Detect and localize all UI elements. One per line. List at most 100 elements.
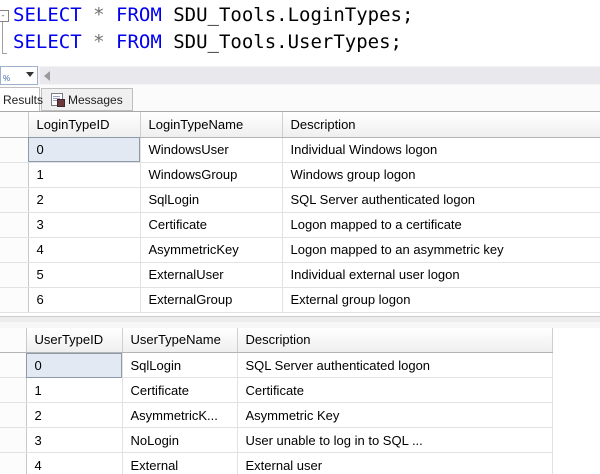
row-header[interactable] bbox=[0, 162, 29, 188]
table-row: 3 NoLogin User unable to log in to SQL .… bbox=[0, 427, 553, 453]
outline-guide-foot bbox=[2, 53, 7, 54]
column-header[interactable]: UserTypeName bbox=[122, 327, 238, 353]
tab-messages-label: Messages bbox=[68, 92, 123, 107]
cell[interactable]: 3 bbox=[28, 212, 141, 238]
row-header[interactable] bbox=[0, 427, 27, 453]
cell-selected[interactable]: 0 bbox=[26, 352, 123, 378]
row-header[interactable] bbox=[0, 352, 27, 378]
cell[interactable]: ExternalGroup bbox=[140, 287, 283, 313]
table-row: 2 AsymmetricK... Asymmetric Key bbox=[0, 402, 553, 428]
row-header[interactable] bbox=[0, 377, 27, 403]
cell[interactable]: 2 bbox=[26, 402, 123, 428]
corner-header[interactable] bbox=[0, 327, 27, 353]
row-header[interactable] bbox=[0, 262, 29, 288]
editor-bottom-bar: % bbox=[0, 66, 600, 85]
cell[interactable]: AsymmetricKey bbox=[140, 237, 283, 263]
column-header[interactable]: LoginTypeID bbox=[28, 112, 141, 138]
code-collapse-icon[interactable]: - bbox=[0, 10, 9, 22]
sql-editor[interactable]: - SELECT * FROM SDU_Tools.LoginTypes; SE… bbox=[0, 0, 600, 66]
row-header[interactable] bbox=[0, 187, 29, 213]
cell[interactable]: Logon mapped to a certificate bbox=[282, 212, 600, 238]
cell[interactable]: User unable to log in to SQL ... bbox=[237, 427, 553, 453]
chevron-down-icon bbox=[26, 72, 34, 77]
sql-line-1: SELECT * FROM SDU_Tools.LoginTypes; bbox=[13, 4, 413, 26]
cell[interactable]: NoLogin bbox=[122, 427, 238, 453]
cell[interactable]: SqlLogin bbox=[122, 352, 238, 378]
cell[interactable]: Certificate bbox=[140, 212, 283, 238]
column-header[interactable]: Description bbox=[282, 112, 600, 138]
row-header[interactable] bbox=[0, 212, 29, 238]
table-row: 2 SqlLogin SQL Server authenticated logo… bbox=[0, 187, 600, 213]
table-row: 4 AsymmetricKey Logon mapped to an asymm… bbox=[0, 237, 600, 263]
cell[interactable]: Certificate bbox=[237, 377, 553, 403]
cell[interactable]: Logon mapped to an asymmetric key bbox=[282, 237, 600, 263]
zoom-level-fragment: % bbox=[3, 74, 11, 83]
corner-header[interactable] bbox=[0, 112, 29, 138]
cell[interactable]: 5 bbox=[28, 262, 141, 288]
cell[interactable]: AsymmetricK... bbox=[122, 402, 238, 428]
row-header[interactable] bbox=[0, 452, 27, 474]
cell[interactable]: WindowsUser bbox=[140, 137, 283, 163]
table-row: 6 ExternalGroup External group logon bbox=[0, 287, 600, 313]
grid-splitter[interactable] bbox=[0, 312, 600, 328]
user-types-grid-area: UserTypeID UserTypeName Description 0 Sq… bbox=[0, 327, 600, 474]
keyword-from: FROM bbox=[116, 4, 162, 26]
cell-selected[interactable]: 0 bbox=[28, 137, 141, 163]
scroll-left-icon[interactable] bbox=[44, 71, 50, 81]
column-header[interactable]: LoginTypeName bbox=[140, 112, 283, 138]
row-header[interactable] bbox=[0, 287, 29, 313]
outline-guide-line bbox=[2, 22, 3, 53]
results-pane: LoginTypeID LoginTypeName Description 0 … bbox=[0, 111, 600, 474]
cell[interactable]: 4 bbox=[28, 237, 141, 263]
cell[interactable]: 3 bbox=[26, 427, 123, 453]
cell[interactable]: 2 bbox=[28, 187, 141, 213]
cell[interactable]: ExternalUser bbox=[140, 262, 283, 288]
cell[interactable]: 1 bbox=[28, 162, 141, 188]
header-row: UserTypeID UserTypeName Description bbox=[0, 327, 553, 353]
user-types-grid: UserTypeID UserTypeName Description 0 Sq… bbox=[0, 327, 553, 474]
table-row: 0 WindowsUser Individual Windows logon bbox=[0, 137, 600, 163]
table-row: 5 ExternalUser Individual external user … bbox=[0, 262, 600, 288]
cell[interactable]: SQL Server authenticated logon bbox=[282, 187, 600, 213]
cell[interactable]: 6 bbox=[28, 287, 141, 313]
zoom-level-combo[interactable]: % bbox=[0, 66, 38, 85]
column-header[interactable]: Description bbox=[237, 327, 553, 353]
cell[interactable]: Certificate bbox=[122, 377, 238, 403]
cell[interactable]: Asymmetric Key bbox=[237, 402, 553, 428]
sql-code: SELECT * FROM SDU_Tools.LoginTypes; SELE… bbox=[13, 2, 413, 56]
star-operator: * bbox=[93, 4, 105, 26]
cell[interactable]: External group logon bbox=[282, 287, 600, 313]
cell[interactable]: SqlLogin bbox=[140, 187, 283, 213]
tab-results-label: Results bbox=[3, 92, 44, 107]
cell[interactable]: 1 bbox=[26, 377, 123, 403]
messages-icon bbox=[51, 93, 65, 107]
cell[interactable]: External bbox=[122, 452, 238, 474]
tab-messages[interactable]: Messages bbox=[41, 88, 133, 111]
row-header[interactable] bbox=[0, 137, 29, 163]
cell[interactable]: 4 bbox=[26, 452, 123, 474]
star-operator: * bbox=[93, 31, 105, 53]
table-row: 3 Certificate Logon mapped to a certific… bbox=[0, 212, 600, 238]
object-name: SDU_Tools.UserTypes; bbox=[173, 31, 402, 53]
header-row: LoginTypeID LoginTypeName Description bbox=[0, 112, 600, 138]
table-row: 4 External External user bbox=[0, 452, 553, 474]
keyword-select: SELECT bbox=[13, 31, 82, 53]
column-header[interactable]: UserTypeID bbox=[26, 327, 123, 353]
table-row: 1 Certificate Certificate bbox=[0, 377, 553, 403]
horizontal-scrollbar[interactable] bbox=[40, 67, 600, 84]
keyword-from: FROM bbox=[116, 31, 162, 53]
row-header[interactable] bbox=[0, 237, 29, 263]
results-tabstrip: Results Messages bbox=[0, 85, 600, 111]
cell[interactable]: Windows group logon bbox=[282, 162, 600, 188]
cell[interactable]: SQL Server authenticated logon bbox=[237, 352, 553, 378]
cell[interactable]: WindowsGroup bbox=[140, 162, 283, 188]
keyword-select: SELECT bbox=[13, 4, 82, 26]
cell[interactable]: External user bbox=[237, 452, 553, 474]
cell[interactable]: Individual Windows logon bbox=[282, 137, 600, 163]
login-types-grid: LoginTypeID LoginTypeName Description 0 … bbox=[0, 112, 600, 313]
tab-results[interactable]: Results bbox=[0, 87, 44, 111]
ssms-query-results-window: - SELECT * FROM SDU_Tools.LoginTypes; SE… bbox=[0, 0, 600, 474]
table-row: 0 SqlLogin SQL Server authenticated logo… bbox=[0, 352, 553, 378]
cell[interactable]: Individual external user logon bbox=[282, 262, 600, 288]
row-header[interactable] bbox=[0, 402, 27, 428]
